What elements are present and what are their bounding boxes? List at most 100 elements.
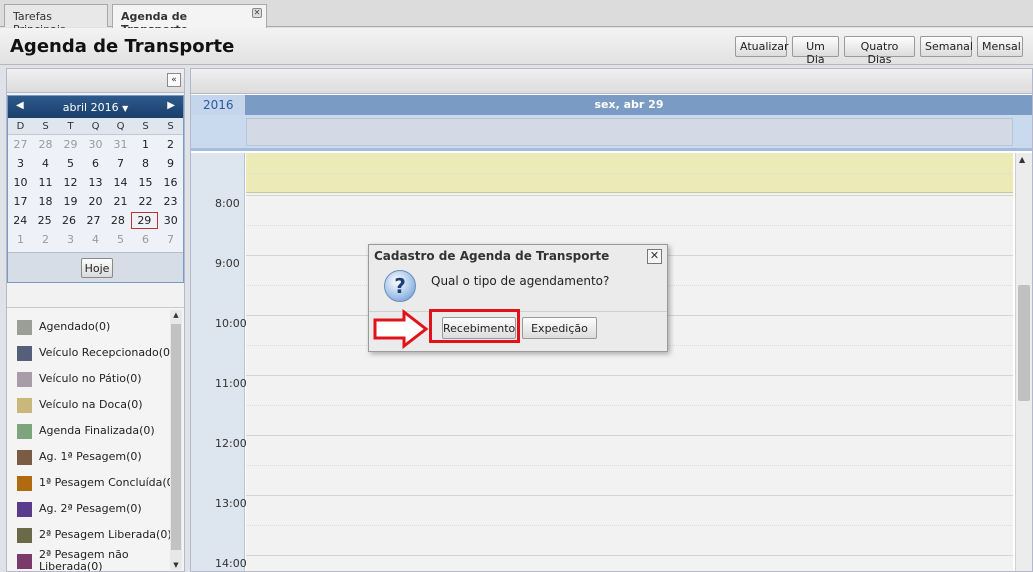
arrow-right-icon [373,309,429,349]
highlighted-time-block[interactable] [246,153,1013,193]
calendar-day[interactable]: 5 [58,154,83,173]
calendar-day[interactable]: 6 [133,230,158,249]
calendar-day[interactable]: 30 [159,211,183,230]
monthly-button[interactable]: Mensal [977,36,1023,57]
calendar-day[interactable]: 1 [8,230,33,249]
weekday-row: DSTQQSS [8,118,183,135]
collapse-panel-icon[interactable]: « [167,73,181,87]
legend-item: Veículo Recepcionado(0) [17,344,174,364]
mini-calendar: ◀ abril 2016 ▼ ▶ DSTQQSS 27 28 29 30 31 1 2 3 4 5… [7,95,184,283]
legend-item: Veículo na Doca(0) [17,396,167,416]
mini-calendar-header: ◀ abril 2016 ▼ ▶ [8,96,183,118]
calendar-day[interactable]: 13 [83,173,108,192]
calendar-day[interactable]: 3 [8,154,33,173]
calendar-day[interactable]: 21 [108,192,133,211]
hour-label: 9:00 [215,257,240,270]
year-label: 2016 [191,95,245,115]
calendar-day[interactable]: 9 [158,154,183,173]
legend-color-swatch [17,424,32,439]
day-header: 2016 sex, abr 29 [191,95,1032,115]
calendar-day[interactable]: 27 [8,135,33,154]
calendar-day[interactable]: 16 [158,173,183,192]
half-hour-line [246,525,1013,526]
weekday-label: S [42,121,49,132]
day-label[interactable]: sex, abr 29 [245,98,1013,111]
tab-close-icon[interactable]: ✕ [252,8,262,18]
calendar-day[interactable]: 14 [108,173,133,192]
dialog-message: Qual o tipo de agendamento? [431,274,610,288]
scroll-up-icon[interactable]: ▲ [1019,155,1025,164]
calendar-day[interactable]: 7 [108,154,133,173]
scrollbar-thumb[interactable] [1018,285,1030,401]
legend-item: Agendado(0) [17,318,167,338]
half-hour-line [246,405,1013,406]
calendar-day[interactable]: 28 [33,135,58,154]
calendar-day[interactable]: 20 [83,192,108,211]
calendar-day[interactable]: 26 [57,211,81,230]
calendar-day[interactable]: 4 [83,230,108,249]
calendar-day[interactable]: 28 [106,211,130,230]
legend-color-swatch [17,450,32,465]
calendar-day[interactable]: 1 [133,135,158,154]
calendar-day[interactable]: 10 [8,173,33,192]
calendar-day[interactable]: 22 [133,192,158,211]
calendar-day[interactable]: 2 [158,135,183,154]
refresh-button[interactable]: Atualizar [735,36,789,57]
all-day-slot[interactable] [246,118,1013,146]
legend-item: Agenda Finalizada(0) [17,422,167,442]
legend-color-swatch [17,528,32,543]
chevron-down-icon: ▼ [122,104,129,113]
tab-agenda-de-transporte[interactable]: Agenda de Transporte ✕ [112,4,267,36]
calendar-day[interactable]: 5 [108,230,133,249]
month-picker[interactable]: abril 2016 ▼ [63,101,129,114]
legend-item: Ag. 2ª Pesagem(0) [17,500,167,520]
legend-label: Agenda Finalizada(0) [39,424,155,437]
one-day-button[interactable]: Um Dia [792,36,839,66]
scrollbar-thumb[interactable] [171,324,181,550]
calendar-day[interactable]: 29 [131,212,158,229]
tab-tarefas-principais[interactable]: Tarefas Principais [4,4,108,36]
legend-scrollbar[interactable]: ▲ ▼ [170,310,182,570]
legend-item: Veículo no Pátio(0) [17,370,167,390]
four-days-button[interactable]: Quatro Dias [844,36,915,66]
calendar-day[interactable]: 11 [33,173,58,192]
calendar-scrollbar[interactable]: ▲ [1015,153,1032,571]
weekly-button[interactable]: Semanal [920,36,973,57]
calendar-day[interactable]: 4 [33,154,58,173]
scroll-up-icon[interactable]: ▲ [171,311,181,319]
scroll-down-icon[interactable]: ▼ [171,561,181,569]
question-icon: ? [384,270,416,302]
calendar-day[interactable]: 24 [8,211,32,230]
prev-month-icon[interactable]: ◀ [16,100,24,111]
calendar-day[interactable]: 12 [58,173,83,192]
hour-line [246,375,1013,376]
calendar-day[interactable]: 29 [58,135,83,154]
calendar-day[interactable]: 17 [8,192,33,211]
close-icon[interactable]: ✕ [647,249,662,264]
dispatch-button[interactable]: Expedição [522,317,597,339]
calendar-day[interactable]: 15 [133,173,158,192]
legend-color-swatch [17,346,32,361]
hour-line [246,435,1013,436]
next-month-icon[interactable]: ▶ [167,100,175,111]
mini-calendar-footer: Hoje [8,252,183,282]
hour-label: 10:00 [215,317,247,330]
calendar-day[interactable]: 19 [58,192,83,211]
calendar-day[interactable]: 18 [33,192,58,211]
calendar-day[interactable]: 23 [158,192,183,211]
hour-label: 12:00 [215,437,247,450]
calendar-day[interactable]: 6 [83,154,108,173]
calendar-day[interactable]: 31 [108,135,133,154]
today-button[interactable]: Hoje [81,258,113,278]
calendar-day[interactable]: 27 [81,211,105,230]
calendar-day[interactable]: 2 [33,230,58,249]
calendar-day[interactable]: 7 [158,230,183,249]
title-bar: Agenda de Transporte Atualizar Um Dia Qu… [0,28,1033,66]
calendar-day[interactable]: 25 [32,211,56,230]
time-grid[interactable] [246,153,1013,571]
calendar-day[interactable]: 8 [133,154,158,173]
calendar-day[interactable]: 30 [83,135,108,154]
tab-bar: Tarefas Principais Agenda de Transporte … [0,0,1033,36]
legend-item: Ag. 1ª Pesagem(0) [17,448,167,468]
calendar-day[interactable]: 3 [58,230,83,249]
